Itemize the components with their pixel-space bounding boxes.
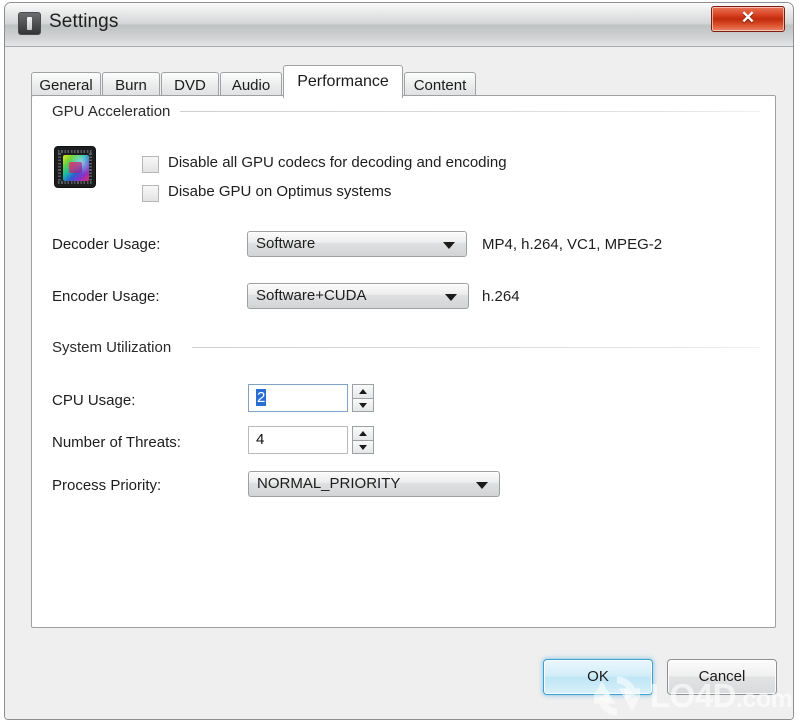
label-process-priority: Process Priority: xyxy=(52,477,162,494)
title-bar: Settings ✕ xyxy=(5,3,793,47)
group-divider-system xyxy=(192,347,760,348)
checkbox-label-disable-all-gpu-codecs: Disable all GPU codecs for decoding and … xyxy=(168,154,507,171)
checkbox-disable-gpu-optimus[interactable] xyxy=(142,185,159,202)
ok-button[interactable]: OK xyxy=(543,659,653,695)
stepper-up-icon-cpu-usage[interactable] xyxy=(352,384,374,398)
input-value-cpu-usage: 2 xyxy=(256,389,267,406)
stepper-number-of-threads[interactable] xyxy=(352,426,374,454)
combo-value-process-priority: NORMAL_PRIORITY xyxy=(257,475,401,492)
app-icon-glyph xyxy=(27,17,32,30)
group-title-system-utilization: System Utilization xyxy=(52,339,180,356)
stepper-down-icon-cpu-usage[interactable] xyxy=(352,398,374,412)
performance-tab-panel: GPU Acceleration Disable all GPU codecs … xyxy=(31,95,776,628)
gpu-chip-icon xyxy=(54,146,96,188)
label-encoder-usage: Encoder Usage: xyxy=(52,288,160,305)
app-icon xyxy=(18,12,41,35)
close-button[interactable]: ✕ xyxy=(711,6,785,32)
group-divider-gpu xyxy=(180,111,760,112)
note-encoder-codecs: h.264 xyxy=(482,288,520,305)
combo-value-decoder-usage: Software xyxy=(256,235,316,252)
stepper-up-icon-threads[interactable] xyxy=(352,426,374,440)
chevron-down-icon xyxy=(445,294,457,301)
checkbox-label-disable-gpu-optimus: Disabe GPU on Optimus systems xyxy=(168,183,392,200)
label-number-of-threads: Number of Threats: xyxy=(52,434,181,451)
window-title: Settings xyxy=(49,11,119,32)
chevron-down-icon xyxy=(476,482,488,489)
stepper-cpu-usage[interactable] xyxy=(352,384,374,412)
note-decoder-codecs: MP4, h.264, VC1, MPEG-2 xyxy=(482,236,663,253)
stepper-down-icon-threads[interactable] xyxy=(352,440,374,454)
input-cpu-usage[interactable]: 2 xyxy=(248,384,348,412)
chevron-down-icon xyxy=(443,242,455,249)
label-cpu-usage: CPU Usage: xyxy=(52,392,136,409)
checkbox-disable-all-gpu-codecs[interactable] xyxy=(142,156,159,173)
client-area: General Burn DVD Audio Performance Conte… xyxy=(5,47,793,719)
combo-process-priority[interactable]: NORMAL_PRIORITY xyxy=(248,471,500,497)
close-icon: ✕ xyxy=(740,8,756,27)
input-value-number-of-threads: 4 xyxy=(256,431,265,448)
combo-decoder-usage[interactable]: Software xyxy=(247,231,467,257)
gpu-chip-logo xyxy=(69,162,82,173)
combo-value-encoder-usage: Software+CUDA xyxy=(256,287,367,304)
cancel-button[interactable]: Cancel xyxy=(667,659,777,695)
combo-encoder-usage[interactable]: Software+CUDA xyxy=(247,283,469,309)
settings-window: Settings ✕ General Burn DVD Audio Perfor… xyxy=(4,2,794,720)
group-title-gpu-acceleration: GPU Acceleration xyxy=(52,103,179,120)
gpu-chip-die xyxy=(63,155,89,181)
label-decoder-usage: Decoder Usage: xyxy=(52,236,161,253)
tab-performance[interactable]: Performance xyxy=(283,65,403,98)
input-number-of-threads[interactable]: 4 xyxy=(248,426,348,454)
